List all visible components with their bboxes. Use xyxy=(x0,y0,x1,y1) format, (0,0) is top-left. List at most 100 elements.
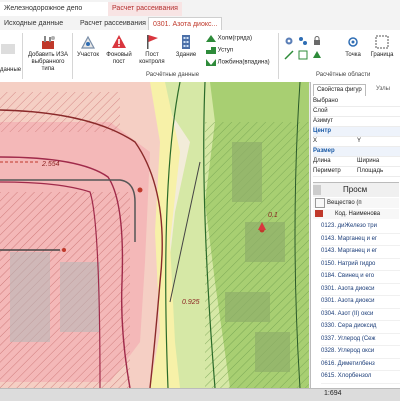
ribbon-separator xyxy=(278,33,279,79)
substance-list-item[interactable]: 0616. Диметилбенз xyxy=(321,358,400,371)
property-value: Y xyxy=(357,138,362,144)
right-panel: Свойства фигур Узлы Выбрано Слой Азимут Цен… xyxy=(310,82,400,388)
substance-list-item[interactable]: 0615. Хлорбензол xyxy=(321,370,400,384)
building-button[interactable]: Здание xyxy=(170,34,202,59)
ledge-icon xyxy=(206,47,216,54)
warning-icon xyxy=(112,35,126,48)
ribbon-tab-substance[interactable]: 0301. Азота диокс... xyxy=(148,17,223,31)
group-label-calc-areas: Расчётные области xyxy=(316,72,371,78)
substance-icon xyxy=(315,210,323,217)
polygon-tool-icon[interactable] xyxy=(312,50,322,60)
ribbon-group-label-data: данные xyxy=(0,67,22,73)
property-row[interactable]: Азимут xyxy=(313,117,400,127)
tab-shape-properties[interactable]: Свойства фигур xyxy=(313,84,366,96)
ribbon-separator xyxy=(72,33,73,79)
tab-label: Узлы xyxy=(376,86,390,92)
property-row[interactable]: Периметр Площадь xyxy=(313,167,400,177)
building-label: Здание xyxy=(175,52,197,58)
building-block xyxy=(60,262,100,332)
building-block xyxy=(225,292,270,322)
building-icon xyxy=(182,35,190,49)
substance-list-item[interactable]: 0301. Азота диокси xyxy=(321,283,400,296)
substance-list-item[interactable]: 0143. Марганец и ег xyxy=(321,233,400,246)
add-source-label: Добавить ИЗА выбранного типа xyxy=(27,52,69,72)
property-row[interactable]: Выбрано xyxy=(313,97,400,107)
section-label: Участок xyxy=(77,52,99,58)
dispersion-map: 2.554 0.925 0.1 xyxy=(0,82,309,388)
blue-dots-icon[interactable] xyxy=(298,36,308,46)
hollow-button[interactable]: Ложбина(впадина) xyxy=(206,58,270,67)
property-row[interactable]: XY xyxy=(313,137,400,147)
add-source-button[interactable]: Добавить ИЗА выбранного типа xyxy=(26,34,70,73)
isoline-label-3: 0.1 xyxy=(268,212,278,219)
column-code-header: Код. Наименова xyxy=(313,209,399,219)
column-code-label: Код. Наименова xyxy=(335,211,381,217)
property-key: Центр xyxy=(313,128,332,134)
source-marker[interactable] xyxy=(62,248,66,252)
line-tool-icon[interactable] xyxy=(284,50,294,60)
property-key: Азимут xyxy=(313,118,334,124)
factory-icon xyxy=(42,36,55,49)
property-row[interactable]: Размер xyxy=(313,147,400,157)
substance-list-item[interactable]: 0150. Натрий гидро xyxy=(321,258,400,271)
list-header: Просм xyxy=(313,182,399,197)
ribbon-tab-label: Расчет рассеивания xyxy=(80,20,146,27)
document-tab-label: Расчет рассеивания xyxy=(112,5,178,12)
substance-list-item[interactable]: 0337. Углерод (Сеж xyxy=(321,333,400,346)
shape-tool-icon[interactable] xyxy=(298,50,308,60)
substance-list-item[interactable]: 0330. Сера диоксид xyxy=(321,320,400,334)
building-block xyxy=(232,142,262,202)
property-value: Площадь xyxy=(357,168,384,174)
document-tab-calc[interactable]: Расчет рассеивания xyxy=(108,2,182,16)
hill-button[interactable]: Холм(гряда) xyxy=(206,34,252,43)
document-tab-depot[interactable]: Железнодорожное депо xyxy=(0,2,108,16)
ribbon-tab-label: 0301. Азота диокс... xyxy=(153,21,218,28)
background-post-label: Фоновый пост xyxy=(106,52,132,65)
tab-nodes[interactable]: Узлы xyxy=(373,84,393,95)
lock-icon[interactable] xyxy=(312,36,322,46)
point-button[interactable]: Точка xyxy=(340,34,366,59)
property-value: Ширина xyxy=(357,158,380,164)
substance-list-item[interactable]: 0301. Азота диокси xyxy=(321,295,400,309)
pin-icon[interactable] xyxy=(313,185,321,195)
column-substance-header: Вещество (п xyxy=(313,198,399,208)
property-row[interactable]: Слой xyxy=(313,107,400,117)
ribbon-scroll-left[interactable] xyxy=(1,44,15,54)
boundary-button[interactable]: Граница xyxy=(366,34,398,59)
substance-list-item[interactable]: 0143. Марганец и ег xyxy=(321,245,400,259)
status-bar: 1:694 xyxy=(0,388,400,401)
ledge-label: Уступ xyxy=(217,47,234,54)
group-label-calc-data: Расчётные данные xyxy=(146,72,200,78)
map-canvas[interactable]: 2.554 0.925 0.1 xyxy=(0,82,309,388)
substance-list-item[interactable]: 0184. Свинец и его xyxy=(321,270,400,284)
substance-list-item[interactable]: 0123. диЖелезо три xyxy=(321,220,400,234)
ribbon-tab-calc[interactable]: Расчет рассеивания xyxy=(76,17,150,30)
section-button[interactable]: Участок xyxy=(74,34,102,59)
ribbon-separator xyxy=(22,33,23,79)
background-post-button[interactable]: Фоновый пост xyxy=(104,34,134,66)
gear-icon[interactable] xyxy=(284,36,294,46)
ribbon-tab-label: Исходные данные xyxy=(4,20,64,27)
substance-list-item[interactable]: 0304. Азот (II) окси xyxy=(321,308,400,321)
ledge-button[interactable]: Уступ xyxy=(206,46,233,55)
tab-bar: Железнодорожное депо Расчет рассеивания … xyxy=(0,0,400,31)
property-key: X xyxy=(313,138,318,144)
point-icon xyxy=(348,37,358,47)
property-row[interactable]: Длина Ширина xyxy=(313,157,400,167)
list-title: Просм xyxy=(343,185,368,194)
scale-readout: 1:694 xyxy=(324,390,342,397)
small-tools-grid xyxy=(284,36,334,66)
flag-icon xyxy=(147,35,158,49)
isoline-label-1: 2.554 xyxy=(41,161,60,168)
substance-list-item[interactable]: 0328. Углерод окси xyxy=(321,345,400,359)
property-row[interactable]: Центр xyxy=(313,127,400,137)
control-post-button[interactable]: Пост контроля xyxy=(136,34,168,66)
hill-icon xyxy=(206,35,216,42)
collapse-icon[interactable] xyxy=(315,198,325,208)
property-key: Периметр xyxy=(313,168,341,174)
source-marker[interactable] xyxy=(137,187,143,193)
ribbon-tab-input[interactable]: Исходные данные xyxy=(0,17,67,30)
isoline-label-2: 0.925 xyxy=(182,299,200,306)
boundary-icon xyxy=(375,35,389,49)
tab-label: Свойства фигур xyxy=(317,87,362,93)
